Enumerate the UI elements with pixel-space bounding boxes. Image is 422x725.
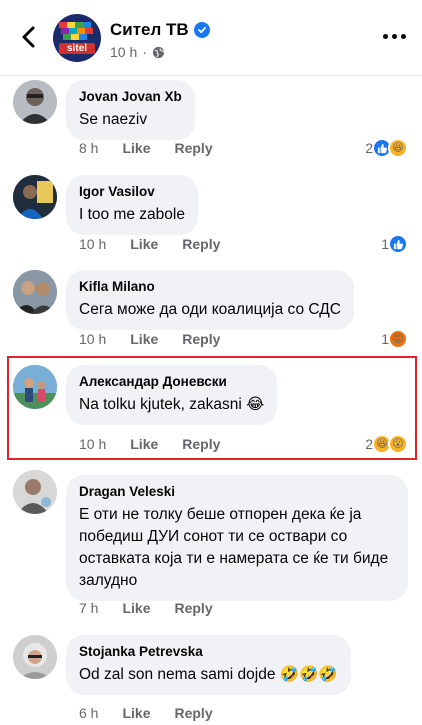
avatar[interactable]: [13, 270, 57, 314]
like-button[interactable]: Like: [122, 705, 150, 721]
page-name[interactable]: Сител ТВ: [110, 20, 210, 40]
comment-author[interactable]: Kifla Milano: [79, 278, 341, 296]
post-header: sitel Сител ТВ 10 h ·: [0, 0, 422, 76]
like-button[interactable]: Like: [130, 236, 158, 252]
comment-bubble: Kifla Milano Сега може да оди коалиција …: [66, 270, 354, 330]
reply-button[interactable]: Reply: [174, 600, 212, 616]
reactions-summary[interactable]: 1: [381, 234, 408, 254]
reactions-summary[interactable]: 2 😆 😮: [365, 434, 408, 454]
comment-text: I too me zabole: [79, 206, 185, 223]
like-button[interactable]: Like: [130, 436, 158, 452]
comment-actions: 6 h Like Reply: [79, 705, 213, 721]
reply-button[interactable]: Reply: [182, 236, 220, 252]
avatar[interactable]: [13, 365, 57, 409]
comment-text: Е оти не толку беше отпорен дека ќе ја п…: [79, 506, 389, 589]
reactions-summary[interactable]: 1 😡: [381, 329, 408, 349]
haha-reaction-icon: 😆: [388, 138, 408, 158]
post-meta: 10 h ·: [110, 44, 165, 60]
comment-author[interactable]: Александар Доневски: [79, 373, 264, 391]
comment-author[interactable]: Igor Vasilov: [79, 183, 185, 201]
comment-actions: 10 h Like Reply: [79, 236, 220, 252]
comment-bubble: Stojanka Petrevska Od zal son nema sami …: [66, 635, 351, 695]
avatar[interactable]: [13, 80, 57, 124]
comment-text: Se naeziv: [79, 111, 148, 128]
comment-text: Na tolku kjutek, zakasni 😂: [79, 396, 265, 413]
logo-text: sitel: [66, 43, 87, 54]
reply-button[interactable]: Reply: [174, 705, 212, 721]
like-reaction-icon: [388, 234, 408, 254]
comment-bubble: Dragan Veleski Е оти не толку беше отпор…: [66, 475, 408, 601]
verified-badge-icon: [193, 22, 210, 38]
comment-text: Сега може да оди коалиција со СДС: [79, 301, 341, 318]
comment-time: 10 h: [79, 236, 107, 252]
wow-reaction-icon: 😮: [388, 434, 408, 454]
post-time: 10 h: [110, 44, 138, 60]
comment-time: 7 h: [79, 600, 99, 616]
more-options-icon[interactable]: [383, 34, 406, 39]
like-button[interactable]: Like: [122, 600, 150, 616]
avatar[interactable]: [13, 175, 57, 219]
back-arrow-icon[interactable]: [14, 22, 44, 52]
comment-actions: 7 h Like Reply: [79, 600, 213, 616]
comment-actions: 10 h Like Reply: [79, 436, 220, 452]
comment-bubble: Александар Доневски Na tolku kjutek, zak…: [66, 365, 278, 425]
comment-bubble: Jovan Jovan Xb Se naeziv: [66, 80, 195, 140]
comment-time: 10 h: [79, 331, 107, 347]
reply-button[interactable]: Reply: [182, 331, 220, 347]
comment-actions: 10 h Like Reply: [79, 331, 220, 347]
comment-actions: 8 h Like Reply: [79, 140, 213, 156]
reply-button[interactable]: Reply: [182, 436, 220, 452]
like-button[interactable]: Like: [122, 140, 150, 156]
like-button[interactable]: Like: [130, 331, 158, 347]
globe-icon: [152, 46, 164, 58]
avatar[interactable]: [13, 635, 57, 679]
comment-author[interactable]: Dragan Veleski: [79, 483, 395, 501]
comment-time: 8 h: [79, 140, 99, 156]
comment-author[interactable]: Stojanka Petrevska: [79, 643, 338, 661]
reply-button[interactable]: Reply: [174, 140, 212, 156]
page-logo[interactable]: sitel: [53, 14, 101, 62]
comment-time: 6 h: [79, 705, 99, 721]
comment-author[interactable]: Jovan Jovan Xb: [79, 88, 182, 106]
comment-text: Od zal son nema sami dojde 🤣🤣🤣: [79, 666, 338, 683]
avatar[interactable]: [13, 470, 57, 514]
reactions-summary[interactable]: 2 😆: [365, 138, 408, 158]
comment-bubble: Igor Vasilov I too me zabole: [66, 175, 198, 235]
page-name-label: Сител ТВ: [110, 20, 189, 39]
angry-reaction-icon: 😡: [388, 329, 408, 349]
comment-time: 10 h: [79, 436, 107, 452]
